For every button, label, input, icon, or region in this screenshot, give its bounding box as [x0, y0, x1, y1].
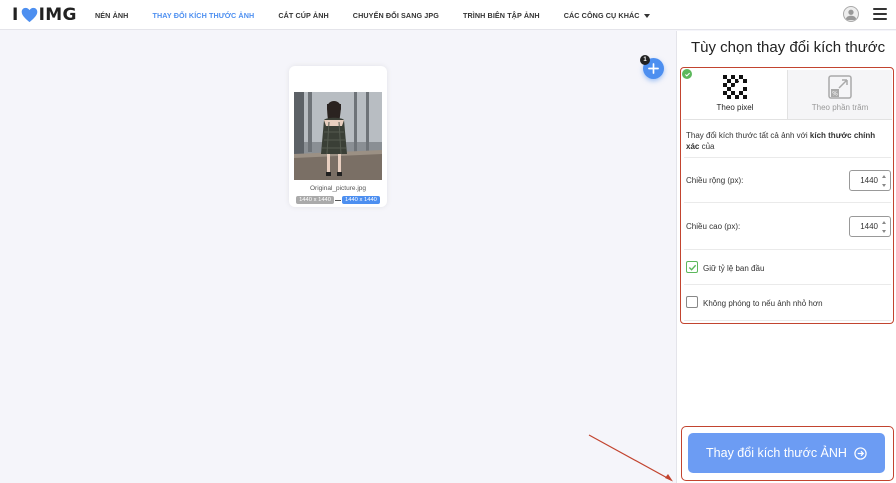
divider — [684, 284, 891, 285]
resize-mode-tabs: Theo pixel % Theo phần trăm — [683, 70, 892, 120]
heart-icon — [21, 7, 37, 23]
divider — [684, 157, 891, 158]
caret-down-icon — [643, 13, 650, 18]
tab-by-percent-label: Theo phần trăm — [811, 103, 869, 112]
keep-ratio-label: Giữ tỷ lệ ban đầu — [703, 264, 765, 273]
ilovepdf-logo[interactable]: I IMG — [12, 5, 77, 25]
percent-resize-icon: % — [828, 75, 852, 99]
resize-description: Thay đổi kích thước tất cả ảnh với kích … — [686, 130, 888, 152]
check-icon — [682, 69, 692, 79]
tab-by-percent[interactable]: % Theo phần trăm — [787, 70, 892, 119]
nav-resize[interactable]: THAY ĐỔI KÍCH THƯỚC ẢNH — [152, 11, 254, 20]
height-input-value: 1440 — [860, 222, 878, 231]
width-input[interactable]: 1440 — [849, 170, 891, 191]
file-dimensions: 1440 x 1440 1440 x 1440 — [289, 196, 387, 204]
image-thumbnail — [294, 92, 382, 180]
main-nav: NÉN ẢNH THAY ĐỔI KÍCH THƯỚC ẢNH CẮT CÚP … — [95, 0, 674, 30]
file-count-badge: 1 — [640, 55, 650, 65]
description-prefix: Thay đổi kích thước tất cả ảnh với — [686, 131, 810, 140]
no-enlarge-checkbox[interactable] — [686, 296, 698, 308]
options-sidebar: Tùy chọn thay đổi kích thước Theo pixel — [676, 31, 896, 483]
divider — [684, 249, 891, 250]
width-input-value: 1440 — [860, 176, 878, 185]
resize-button-label: Thay đổi kích thước ẢNH — [706, 446, 847, 460]
width-label: Chiều rộng (px): — [686, 176, 744, 185]
file-workspace: Original_picture.jpg 1440 x 1440 1440 x … — [0, 31, 676, 483]
tab-by-pixel[interactable]: Theo pixel — [683, 70, 787, 119]
top-header: I IMG NÉN ẢNH THAY ĐỔI KÍCH THƯỚC ẢNH CẮ… — [0, 0, 896, 30]
logo-text-img: IMG — [38, 5, 77, 25]
annotation-arrow-icon — [588, 434, 673, 482]
check-icon — [688, 264, 696, 271]
photo-preview — [294, 92, 382, 180]
logo-letter-i: I — [12, 5, 19, 25]
user-icon[interactable] — [843, 6, 859, 22]
menu-bar — [873, 18, 887, 20]
file-name: Original_picture.jpg — [309, 185, 366, 192]
menu-bar — [873, 8, 887, 10]
file-card[interactable]: Original_picture.jpg 1440 x 1440 1440 x … — [289, 66, 387, 207]
height-input[interactable]: 1440 — [849, 216, 891, 237]
nav-more-tools[interactable]: CÁC CÔNG CỤ KHÁC — [564, 11, 650, 20]
nav-editor[interactable]: TRÌNH BIÊN TẬP ẢNH — [463, 11, 540, 20]
nav-compress[interactable]: NÉN ẢNH — [95, 11, 128, 20]
nav-more-tools-label: CÁC CÔNG CỤ KHÁC — [563, 10, 640, 20]
resize-options-panel: Theo pixel % Theo phần trăm Thay đổi kíc… — [680, 67, 894, 324]
resize-images-button[interactable]: Thay đổi kích thước ẢNH — [688, 433, 885, 473]
arrow-right-circle-icon — [854, 446, 867, 460]
sidebar-title: Tùy chọn thay đổi kích thước — [691, 39, 886, 56]
width-stepper[interactable] — [882, 175, 887, 187]
description-suffix: của — [699, 142, 715, 151]
height-label: Chiều cao (px): — [686, 222, 741, 231]
divider — [684, 320, 891, 321]
divider — [684, 202, 891, 203]
original-size-badge: 1440 x 1440 — [296, 196, 334, 204]
height-stepper[interactable] — [882, 221, 887, 233]
menu-icon[interactable] — [873, 8, 887, 20]
user-silhouette-icon — [845, 9, 857, 21]
size-arrow — [335, 199, 341, 201]
pixel-resize-icon — [723, 75, 747, 99]
svg-text:%: % — [832, 91, 838, 98]
nav-convert-jpg[interactable]: CHUYỂN ĐỔI SANG JPG — [353, 11, 439, 20]
menu-bar — [873, 13, 887, 15]
tab-by-pixel-label: Theo pixel — [716, 103, 754, 112]
plus-icon — [648, 63, 659, 74]
keep-ratio-checkbox[interactable] — [686, 261, 698, 273]
new-size-badge: 1440 x 1440 — [342, 196, 380, 204]
nav-crop[interactable]: CẮT CÚP ẢNH — [278, 11, 328, 20]
submit-highlight: Thay đổi kích thước ẢNH — [681, 426, 894, 481]
no-enlarge-label: Không phóng to nếu ảnh nhỏ hơn — [703, 299, 823, 308]
